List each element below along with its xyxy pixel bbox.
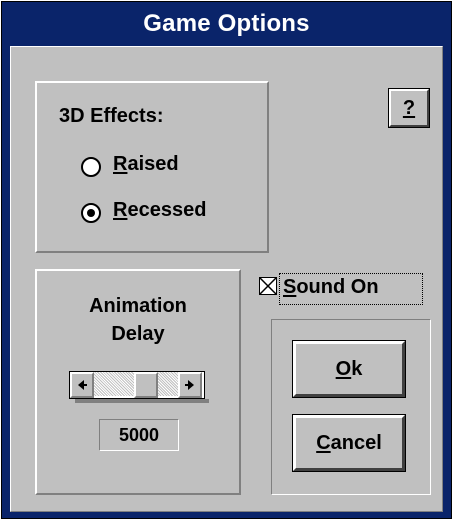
animation-delay-scrollbar[interactable] bbox=[69, 371, 205, 399]
recessed-label-text: ecessed bbox=[127, 199, 207, 221]
window-title-bar[interactable]: Game Options bbox=[2, 2, 451, 46]
recessed-radio-label[interactable]: Recessed bbox=[113, 199, 206, 222]
ok-button-label: Ok bbox=[336, 358, 363, 381]
dialog-client-area: ? 3D Effects: Raised Recessed Animation … bbox=[10, 46, 443, 512]
sound-label-text: ound On bbox=[296, 276, 379, 298]
animation-heading-line1: Animation bbox=[89, 295, 187, 317]
raised-radio[interactable] bbox=[81, 157, 101, 177]
scroll-left-button[interactable] bbox=[70, 372, 94, 398]
ok-label-text: k bbox=[351, 357, 363, 380]
cancel-access-key: C bbox=[316, 431, 331, 454]
cancel-button[interactable]: Cancel bbox=[292, 414, 406, 472]
sound-on-label[interactable]: Sound On bbox=[283, 276, 379, 299]
window-title: Game Options bbox=[143, 10, 310, 37]
arrow-left-icon bbox=[78, 380, 87, 390]
cancel-button-label: Cancel bbox=[316, 432, 382, 455]
check-x-icon bbox=[260, 278, 276, 294]
effects-group: 3D Effects: Raised Recessed bbox=[35, 81, 269, 253]
raised-label-text: aised bbox=[127, 153, 179, 175]
animation-delay-value: 5000 bbox=[99, 419, 179, 451]
game-options-dialog: Game Options ? 3D Effects: Raised Recess… bbox=[1, 1, 452, 519]
raised-access-key: R bbox=[113, 153, 128, 175]
scrollbar-shadow bbox=[75, 399, 209, 403]
recessed-radio-dot bbox=[87, 209, 95, 217]
ok-button[interactable]: Ok bbox=[292, 340, 406, 398]
scroll-thumb[interactable] bbox=[134, 372, 158, 398]
animation-delay-group: Animation Delay 5000 bbox=[35, 269, 241, 495]
scroll-right-button[interactable] bbox=[178, 372, 202, 398]
effects-heading: 3D Effects: bbox=[59, 105, 164, 127]
recessed-access-key: R bbox=[113, 199, 128, 221]
cancel-label-text: ancel bbox=[330, 431, 382, 454]
help-button[interactable]: ? bbox=[388, 88, 430, 128]
sound-on-checkbox[interactable] bbox=[259, 277, 277, 295]
raised-radio-label[interactable]: Raised bbox=[113, 153, 179, 176]
arrow-right-icon bbox=[185, 380, 194, 390]
sound-access-key: S bbox=[283, 276, 297, 298]
animation-heading-line2: Delay bbox=[111, 323, 165, 345]
help-button-label: ? bbox=[402, 96, 416, 119]
recessed-radio[interactable] bbox=[81, 203, 101, 223]
ok-access-key: O bbox=[335, 357, 352, 380]
